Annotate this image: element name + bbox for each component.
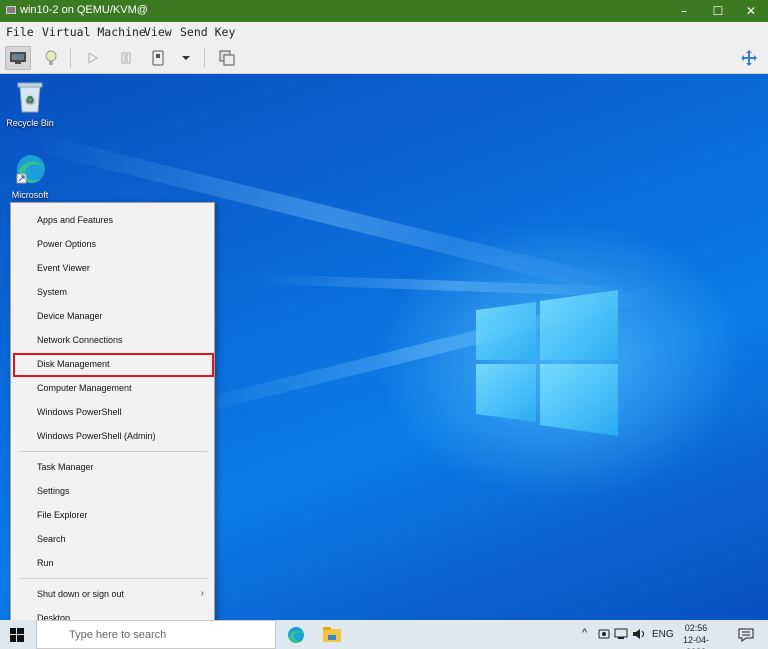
chevron-right-icon: ›	[200, 588, 204, 599]
menu-item-run[interactable]: Run	[11, 552, 214, 574]
network-icon[interactable]	[614, 628, 628, 640]
close-button[interactable]: ✕	[733, 0, 768, 22]
title-bar: win10-2 on QEMU/KVM@ – ☐ ✕	[0, 0, 768, 22]
menu-item-network-connections[interactable]: Network Connections	[11, 329, 214, 351]
power-icon	[152, 50, 164, 66]
toolbar	[0, 42, 768, 74]
resize-arrows-icon	[741, 50, 757, 66]
snapshots-button[interactable]	[214, 46, 240, 70]
menu-item-device-manager[interactable]: Device Manager	[11, 305, 214, 327]
svg-text:♻: ♻	[26, 95, 35, 106]
menu-item-settings[interactable]: Settings	[11, 480, 214, 502]
run-button[interactable]	[80, 46, 106, 70]
menu-item-event-viewer[interactable]: Event Viewer	[11, 257, 214, 279]
volume-icon[interactable]	[632, 628, 646, 640]
menu-file[interactable]: File	[6, 25, 34, 39]
minimize-button[interactable]: –	[666, 0, 702, 22]
recycle-bin-icon: ♻	[17, 82, 43, 113]
menu-item-file-explorer[interactable]: File Explorer	[11, 504, 214, 526]
menu-item-windows-powershell-admin[interactable]: Windows PowerShell (Admin)	[11, 425, 214, 447]
details-view-button[interactable]	[38, 46, 64, 70]
fullscreen-button[interactable]	[736, 46, 762, 70]
menu-item-windows-powershell[interactable]: Windows PowerShell	[11, 401, 214, 423]
menu-bar: File Virtual Machine View Send Key	[0, 22, 768, 42]
menu-item-apps-and-features[interactable]: Apps and Features	[11, 209, 214, 231]
desktop-icon-label: Recycle Bin	[6, 118, 54, 128]
lightbulb-icon	[45, 50, 57, 65]
maximize-button[interactable]: ☐	[700, 0, 736, 22]
desktop-icon-recycle-bin[interactable]: ♻ Recycle Bin	[0, 80, 60, 128]
shutdown-button[interactable]	[145, 46, 171, 70]
desktop-icon-microsoft-edge[interactable]: Microsoft	[0, 152, 60, 200]
windows-logo	[476, 290, 618, 436]
clock-time: 02:56	[684, 623, 708, 633]
menu-separator	[19, 578, 207, 579]
play-icon	[88, 52, 98, 64]
snapshots-icon	[219, 50, 235, 66]
toolbar-separator	[204, 48, 205, 68]
menu-item-task-manager[interactable]: Task Manager	[11, 456, 214, 478]
file-explorer-taskbar-icon[interactable]	[322, 626, 342, 643]
pause-button[interactable]	[113, 46, 139, 70]
menu-send-key[interactable]: Send Key	[180, 25, 235, 39]
menu-item-disk-management[interactable]: Disk Management	[13, 353, 214, 377]
shutdown-dropdown-button[interactable]	[173, 46, 199, 70]
window-title: win10-2 on QEMU/KVM@	[20, 4, 148, 16]
pause-icon	[121, 52, 131, 64]
clock-date: 12-04-2022	[682, 635, 709, 649]
taskbar-search-box[interactable]: Type here to search	[36, 620, 276, 649]
vm-app-icon	[6, 6, 16, 14]
menu-separator	[19, 451, 207, 452]
menu-item-power-options[interactable]: Power Options	[11, 233, 214, 255]
menu-view[interactable]: View	[144, 25, 172, 39]
toolbar-separator	[70, 48, 71, 68]
menu-item-label: Shut down or sign out	[37, 589, 125, 599]
menu-item-search[interactable]: Search	[11, 528, 214, 550]
menu-virtual-machine[interactable]: Virtual Machine	[42, 25, 146, 39]
console-view-button[interactable]	[5, 46, 31, 70]
chevron-down-icon	[182, 56, 190, 60]
taskbar-clock[interactable]: 02:56 12-04-2022	[676, 622, 716, 649]
windows-start-icon[interactable]	[10, 628, 24, 642]
meet-now-icon[interactable]	[598, 628, 610, 640]
edge-taskbar-icon[interactable]	[286, 625, 306, 645]
tray-overflow-chevron[interactable]: ^	[582, 627, 587, 639]
monitor-icon	[10, 52, 26, 64]
winx-context-menu: Apps and Features Power Options Event Vi…	[10, 202, 215, 636]
menu-item-computer-management[interactable]: Computer Management	[11, 377, 214, 399]
desktop-icon-label: Microsoft	[11, 190, 49, 200]
language-indicator[interactable]: ENG	[652, 629, 674, 640]
search-placeholder: Type here to search	[69, 629, 167, 641]
edge-icon	[16, 155, 45, 184]
menu-item-system[interactable]: System	[11, 281, 214, 303]
taskbar: Type here to search ^ ENG 02:56 12-04-20…	[0, 620, 768, 649]
menu-item-shut-down-or-sign-out[interactable]: Shut down or sign out ›	[11, 583, 214, 605]
notifications-icon[interactable]	[738, 628, 754, 642]
